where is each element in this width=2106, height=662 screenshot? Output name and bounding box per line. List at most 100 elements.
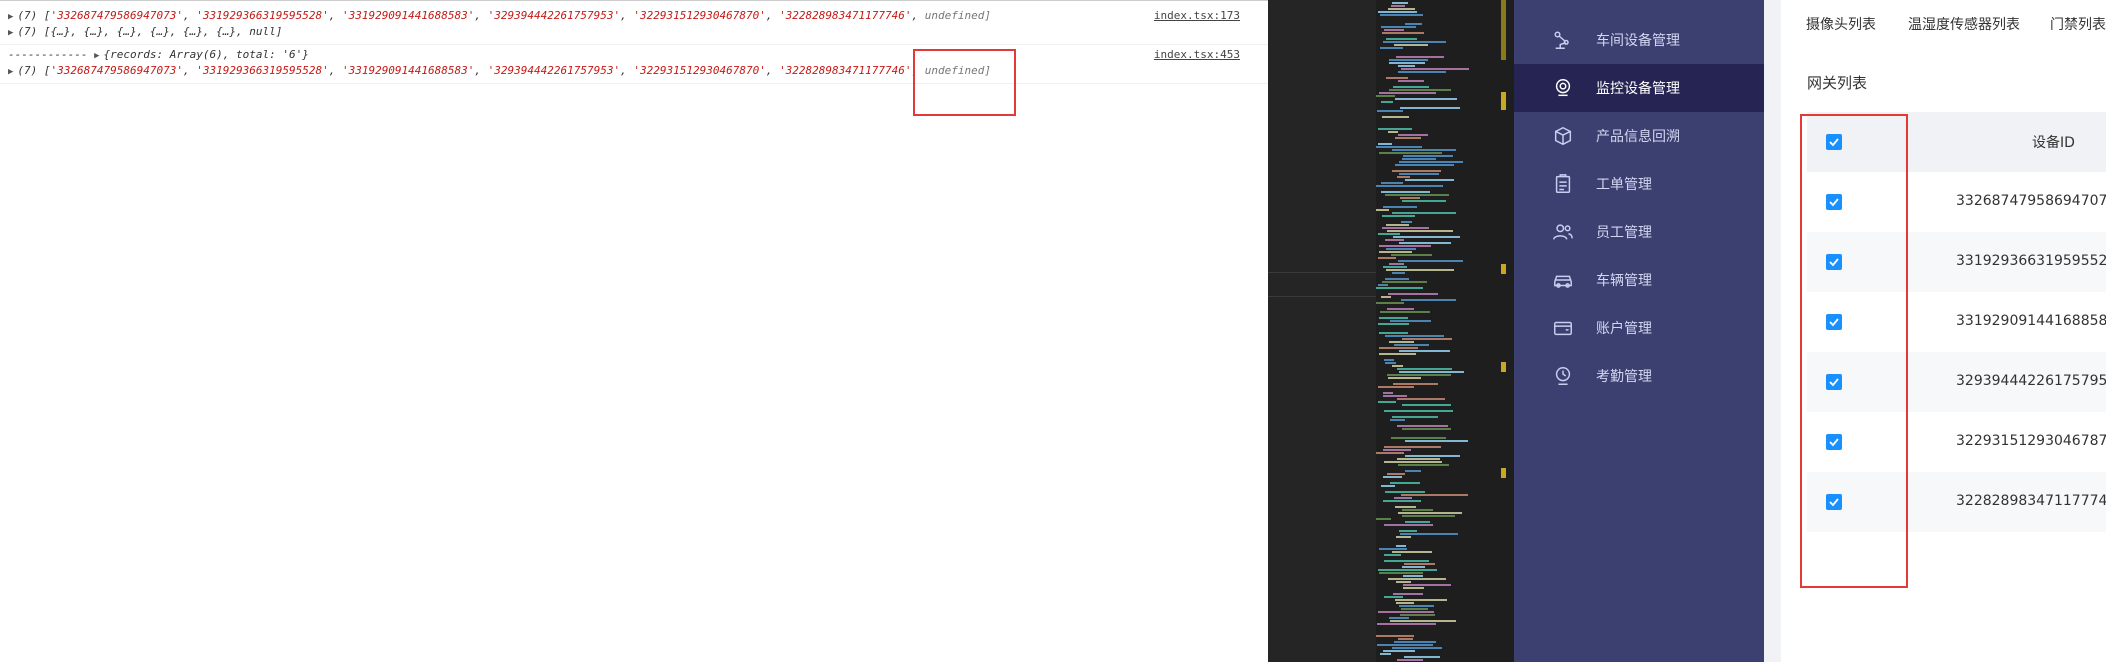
console-log-line[interactable]: ▶ (7) ['332687479586947073', '33192936631…	[8, 63, 991, 80]
string-value: '332687479586947073'	[50, 9, 183, 22]
sidebar-item-accounts[interactable]: 账户管理	[1514, 304, 1764, 352]
layout-gutter	[1764, 0, 1781, 662]
minimap-code-line	[1398, 512, 1462, 514]
sidebar-item-label: 监控设备管理	[1596, 81, 1680, 97]
users-icon	[1553, 224, 1573, 240]
string-value: '322931512930467870'	[633, 9, 766, 22]
tab-temp-humidity-list[interactable]: 温湿度传感器列表	[1908, 14, 2020, 34]
minimap-code-line	[1377, 644, 1433, 646]
minimap-code-line	[1405, 521, 1430, 523]
minimap-code-line	[1384, 554, 1401, 556]
clock-icon	[1555, 367, 1571, 385]
sidebar-item-work-orders[interactable]: 工单管理	[1514, 160, 1764, 208]
expand-arrow-icon[interactable]: ▶	[8, 12, 13, 22]
string-value: '331929366319595528'	[196, 64, 329, 77]
sidebar-item-employees[interactable]: 员工管理	[1514, 208, 1764, 256]
minimap-code-line	[1397, 368, 1452, 370]
minimap-code-line	[1397, 398, 1445, 400]
editor-scrollbar-thumb[interactable]	[1501, 0, 1506, 60]
minimap-code-line	[1387, 473, 1405, 475]
source-link[interactable]: index.tsx:453	[1154, 47, 1240, 63]
minimap-code-line	[1382, 32, 1424, 34]
minimap-code-line	[1385, 362, 1396, 364]
minimap-code-line	[1396, 536, 1411, 538]
sidebar-item-monitor-devices[interactable]: 监控设备管理	[1514, 64, 1764, 112]
console-log-group: ▶ (7) ['332687479586947073', '33192936631…	[0, 0, 1268, 45]
minimap-code-line	[1392, 170, 1441, 172]
minimap-code-line	[1399, 161, 1463, 163]
minimap-code-line	[1379, 251, 1412, 253]
minimap-code-line	[1386, 269, 1454, 271]
minimap-code-line	[1378, 569, 1437, 571]
minimap-code-line	[1381, 191, 1430, 193]
camera-monitor-icon	[1555, 79, 1571, 97]
minimap-code-line	[1390, 482, 1420, 484]
minimap-code-line	[1402, 158, 1436, 160]
minimap-code-line	[1392, 272, 1405, 274]
sidebar-item-label: 员工管理	[1596, 225, 1652, 241]
minimap-code-line	[1393, 383, 1438, 385]
minimap-code-line	[1383, 650, 1415, 652]
minimap-code-line	[1393, 86, 1429, 88]
dash-prefix: ------------	[8, 48, 95, 61]
devtools-console: ▶ (7) ['332687479586947073', '33192936631…	[0, 0, 1268, 662]
console-log-line[interactable]: ▶ (7) ['332687479586947073', '33192936631…	[8, 8, 991, 25]
minimap-code-line	[1399, 242, 1451, 244]
minimap-code-line	[1392, 416, 1438, 418]
minimap-code-line	[1398, 65, 1415, 67]
minimap-code-line	[1378, 284, 1388, 286]
minimap-code-line	[1398, 134, 1428, 136]
object-text: {records: Array(6), total: '6'}	[103, 48, 309, 61]
expand-arrow-icon[interactable]: ▶	[8, 67, 13, 77]
sidebar-item-attendance[interactable]: 考勤管理	[1514, 352, 1764, 400]
array-count: (7) [	[17, 9, 51, 22]
minimap-code-line	[1399, 350, 1450, 352]
minimap-code-line	[1378, 386, 1414, 388]
tab-access-control-list[interactable]: 门禁列表	[2050, 14, 2106, 34]
sidebar-item-product-trace[interactable]: 产品信息回溯	[1514, 112, 1764, 160]
console-log-line[interactable]: ▶ (7) [{…}, {…}, {…}, {…}, {…}, {…}, null…	[8, 24, 282, 41]
code-minimap[interactable]	[1376, 0, 1514, 662]
minimap-code-line	[1381, 101, 1393, 103]
minimap-code-line	[1383, 41, 1446, 43]
string-value: '329394442261757953'	[487, 64, 621, 77]
minimap-code-line	[1388, 8, 1415, 10]
minimap-code-line	[1384, 410, 1453, 412]
sidebar-item-label: 工单管理	[1596, 177, 1652, 193]
string-value: '332687479586947073'	[50, 64, 183, 77]
string-value: '322828983471177746'	[779, 64, 912, 77]
console-log-group: ------------ ▶ {records: Array(6), total:…	[0, 45, 1268, 84]
minimap-code-line	[1380, 653, 1391, 655]
minimap-code-line	[1385, 491, 1425, 493]
minimap-code-line	[1376, 452, 1404, 454]
array-count: (7) [	[17, 64, 51, 77]
source-link[interactable]: index.tsx:173	[1154, 8, 1240, 24]
sidebar-item-workshop-devices[interactable]: 车间设备管理	[1514, 16, 1764, 64]
minimap-code-line	[1400, 197, 1420, 199]
minimap-code-line	[1392, 2, 1408, 4]
minimap-code-line	[1401, 221, 1412, 223]
expand-arrow-icon[interactable]: ▶	[94, 51, 99, 61]
minimap-code-line	[1402, 509, 1433, 511]
minimap-code-line	[1394, 344, 1429, 346]
minimap-code-line	[1389, 617, 1409, 619]
minimap-code-line	[1379, 152, 1442, 154]
minimap-code-line	[1379, 347, 1418, 349]
minimap-code-line	[1378, 143, 1392, 145]
minimap-code-line	[1384, 461, 1442, 463]
string-value: '322828983471177746'	[779, 9, 912, 22]
sidebar-item-vehicles[interactable]: 车辆管理	[1514, 256, 1764, 304]
string-value: '331929091441688583'	[341, 64, 475, 77]
minimap-code-line	[1402, 338, 1452, 340]
minimap-code-line	[1382, 281, 1427, 283]
minimap-code-line	[1383, 449, 1411, 451]
minimap-code-line	[1400, 533, 1458, 535]
tab-camera-list[interactable]: 摄像头列表	[1806, 14, 1876, 34]
minimap-code-line	[1387, 308, 1414, 310]
minimap-code-line	[1397, 425, 1448, 427]
expand-arrow-icon[interactable]: ▶	[8, 28, 13, 38]
minimap-code-line	[1392, 647, 1442, 649]
minimap-code-line	[1399, 371, 1464, 373]
console-log-line[interactable]: ------------ ▶ {records: Array(6), total:…	[8, 47, 309, 64]
device-id-cell: 332687479586947073	[1956, 193, 2106, 209]
